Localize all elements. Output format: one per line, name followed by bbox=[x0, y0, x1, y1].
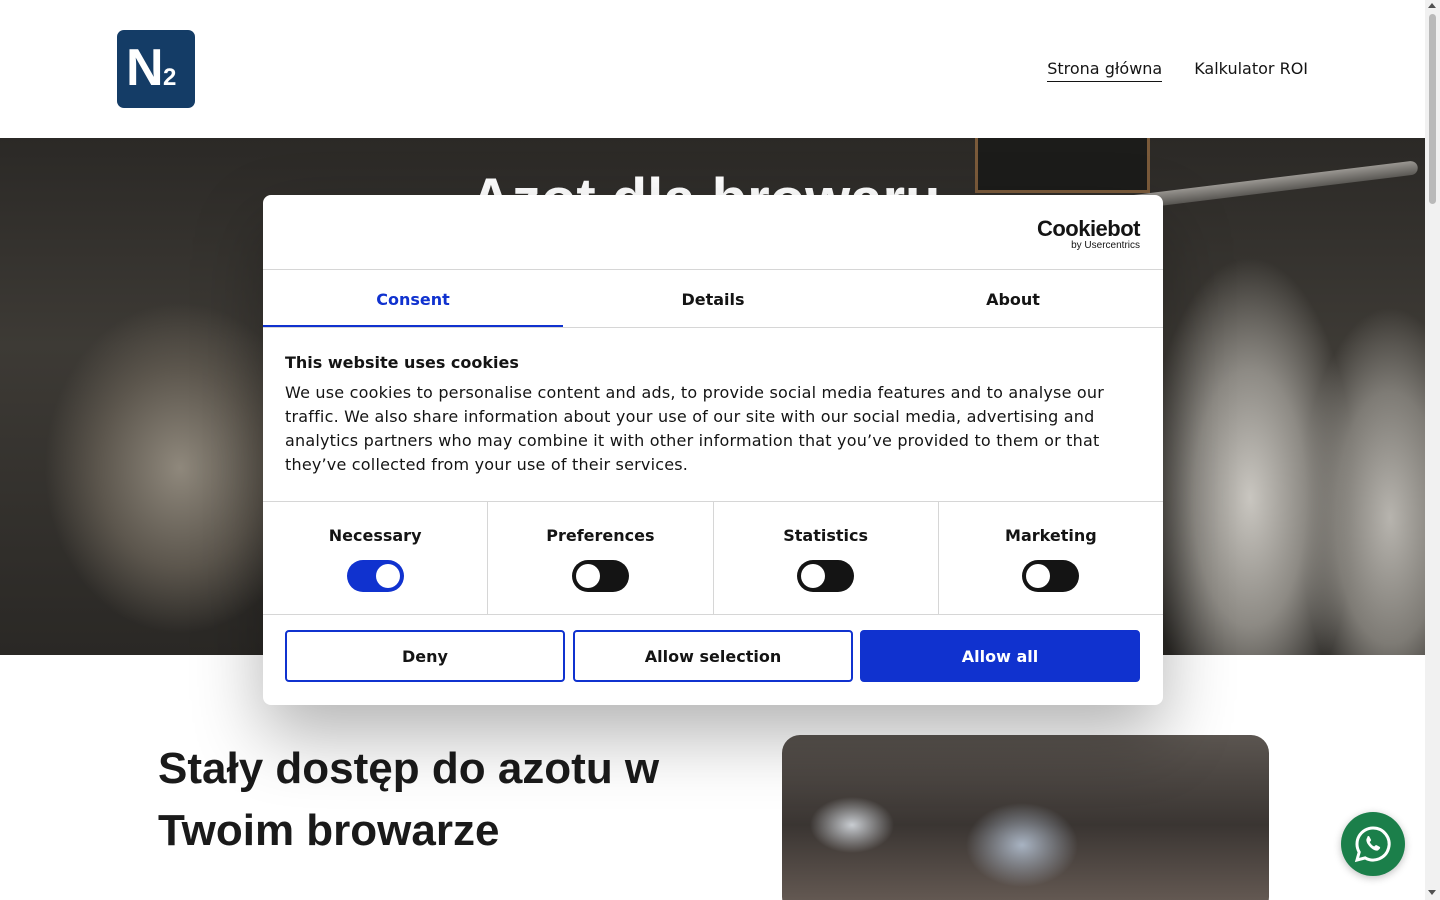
tab-details[interactable]: Details bbox=[563, 270, 863, 328]
nav-link-home[interactable]: Strona główna bbox=[1047, 58, 1163, 82]
switch-knob bbox=[575, 564, 600, 588]
logo-subscript: 2 bbox=[163, 64, 177, 91]
toggle-statistics-switch[interactable] bbox=[797, 560, 855, 592]
divider bbox=[263, 614, 1163, 615]
toggle-necessary-switch[interactable] bbox=[346, 560, 404, 592]
cookiebot-brand-sub: by Usercentrics bbox=[1071, 240, 1140, 251]
allow-all-button[interactable]: Allow all bbox=[860, 630, 1140, 682]
cookie-description: We use cookies to personalise content an… bbox=[285, 383, 1105, 474]
tab-about[interactable]: About bbox=[863, 270, 1163, 328]
page-scrollbar[interactable] bbox=[1425, 0, 1440, 900]
toggle-statistics-label: Statistics bbox=[783, 526, 868, 545]
toggle-preferences-switch[interactable] bbox=[571, 560, 629, 592]
divider bbox=[263, 327, 1163, 328]
n2-logo[interactable]: N 2 bbox=[117, 30, 195, 108]
cookiebot-logo: Cookiebot by Usercentrics bbox=[1036, 216, 1141, 252]
site-header: N 2 Strona główna Kalkulator ROI bbox=[0, 0, 1425, 138]
toggle-necessary-label: Necessary bbox=[328, 526, 422, 545]
toggle-marketing-label: Marketing bbox=[1005, 526, 1097, 545]
tab-consent[interactable]: Consent bbox=[263, 270, 563, 328]
scroll-down-arrow-icon[interactable] bbox=[1428, 890, 1436, 895]
nav-link-roi-calculator[interactable]: Kalkulator ROI bbox=[1194, 58, 1308, 82]
switch-knob bbox=[1026, 564, 1051, 588]
scroll-up-arrow-icon[interactable] bbox=[1428, 3, 1436, 8]
toggle-marketing-group: Marketing bbox=[939, 502, 1163, 614]
toggle-statistics-group: Statistics bbox=[714, 502, 939, 614]
cookie-category-toggles: Necessary Preferences Statistics Marketi… bbox=[263, 502, 1163, 614]
toggle-necessary-group: Necessary bbox=[263, 502, 489, 614]
section-title: Stały dostęp do azotu w Twoim browarze bbox=[158, 744, 660, 855]
cookie-consent-dialog: Cookiebot by Usercentrics Consent Detail… bbox=[263, 195, 1163, 705]
switch-knob bbox=[801, 564, 826, 588]
switch-knob bbox=[375, 564, 400, 588]
toggle-preferences-group: Preferences bbox=[488, 502, 714, 614]
hero-chalkboard-decoration bbox=[975, 138, 1150, 193]
whatsapp-button[interactable] bbox=[1341, 812, 1405, 876]
main-nav: Strona główna Kalkulator ROI bbox=[1047, 58, 1308, 82]
brewery-photo bbox=[782, 735, 1269, 900]
allow-selection-button[interactable]: Allow selection bbox=[573, 630, 853, 682]
toggle-marketing-switch[interactable] bbox=[1022, 560, 1080, 592]
logo-letter: N bbox=[126, 39, 164, 97]
deny-button[interactable]: Deny bbox=[285, 630, 565, 682]
whatsapp-icon bbox=[1354, 826, 1391, 863]
toggle-preferences-label: Preferences bbox=[546, 526, 655, 545]
cookie-tabs: Consent Details About bbox=[263, 270, 1163, 328]
scroll-thumb[interactable] bbox=[1429, 14, 1436, 204]
cookiebot-brand: Cookiebot bbox=[1036, 216, 1141, 241]
cookie-heading: This website uses cookies bbox=[285, 353, 519, 372]
